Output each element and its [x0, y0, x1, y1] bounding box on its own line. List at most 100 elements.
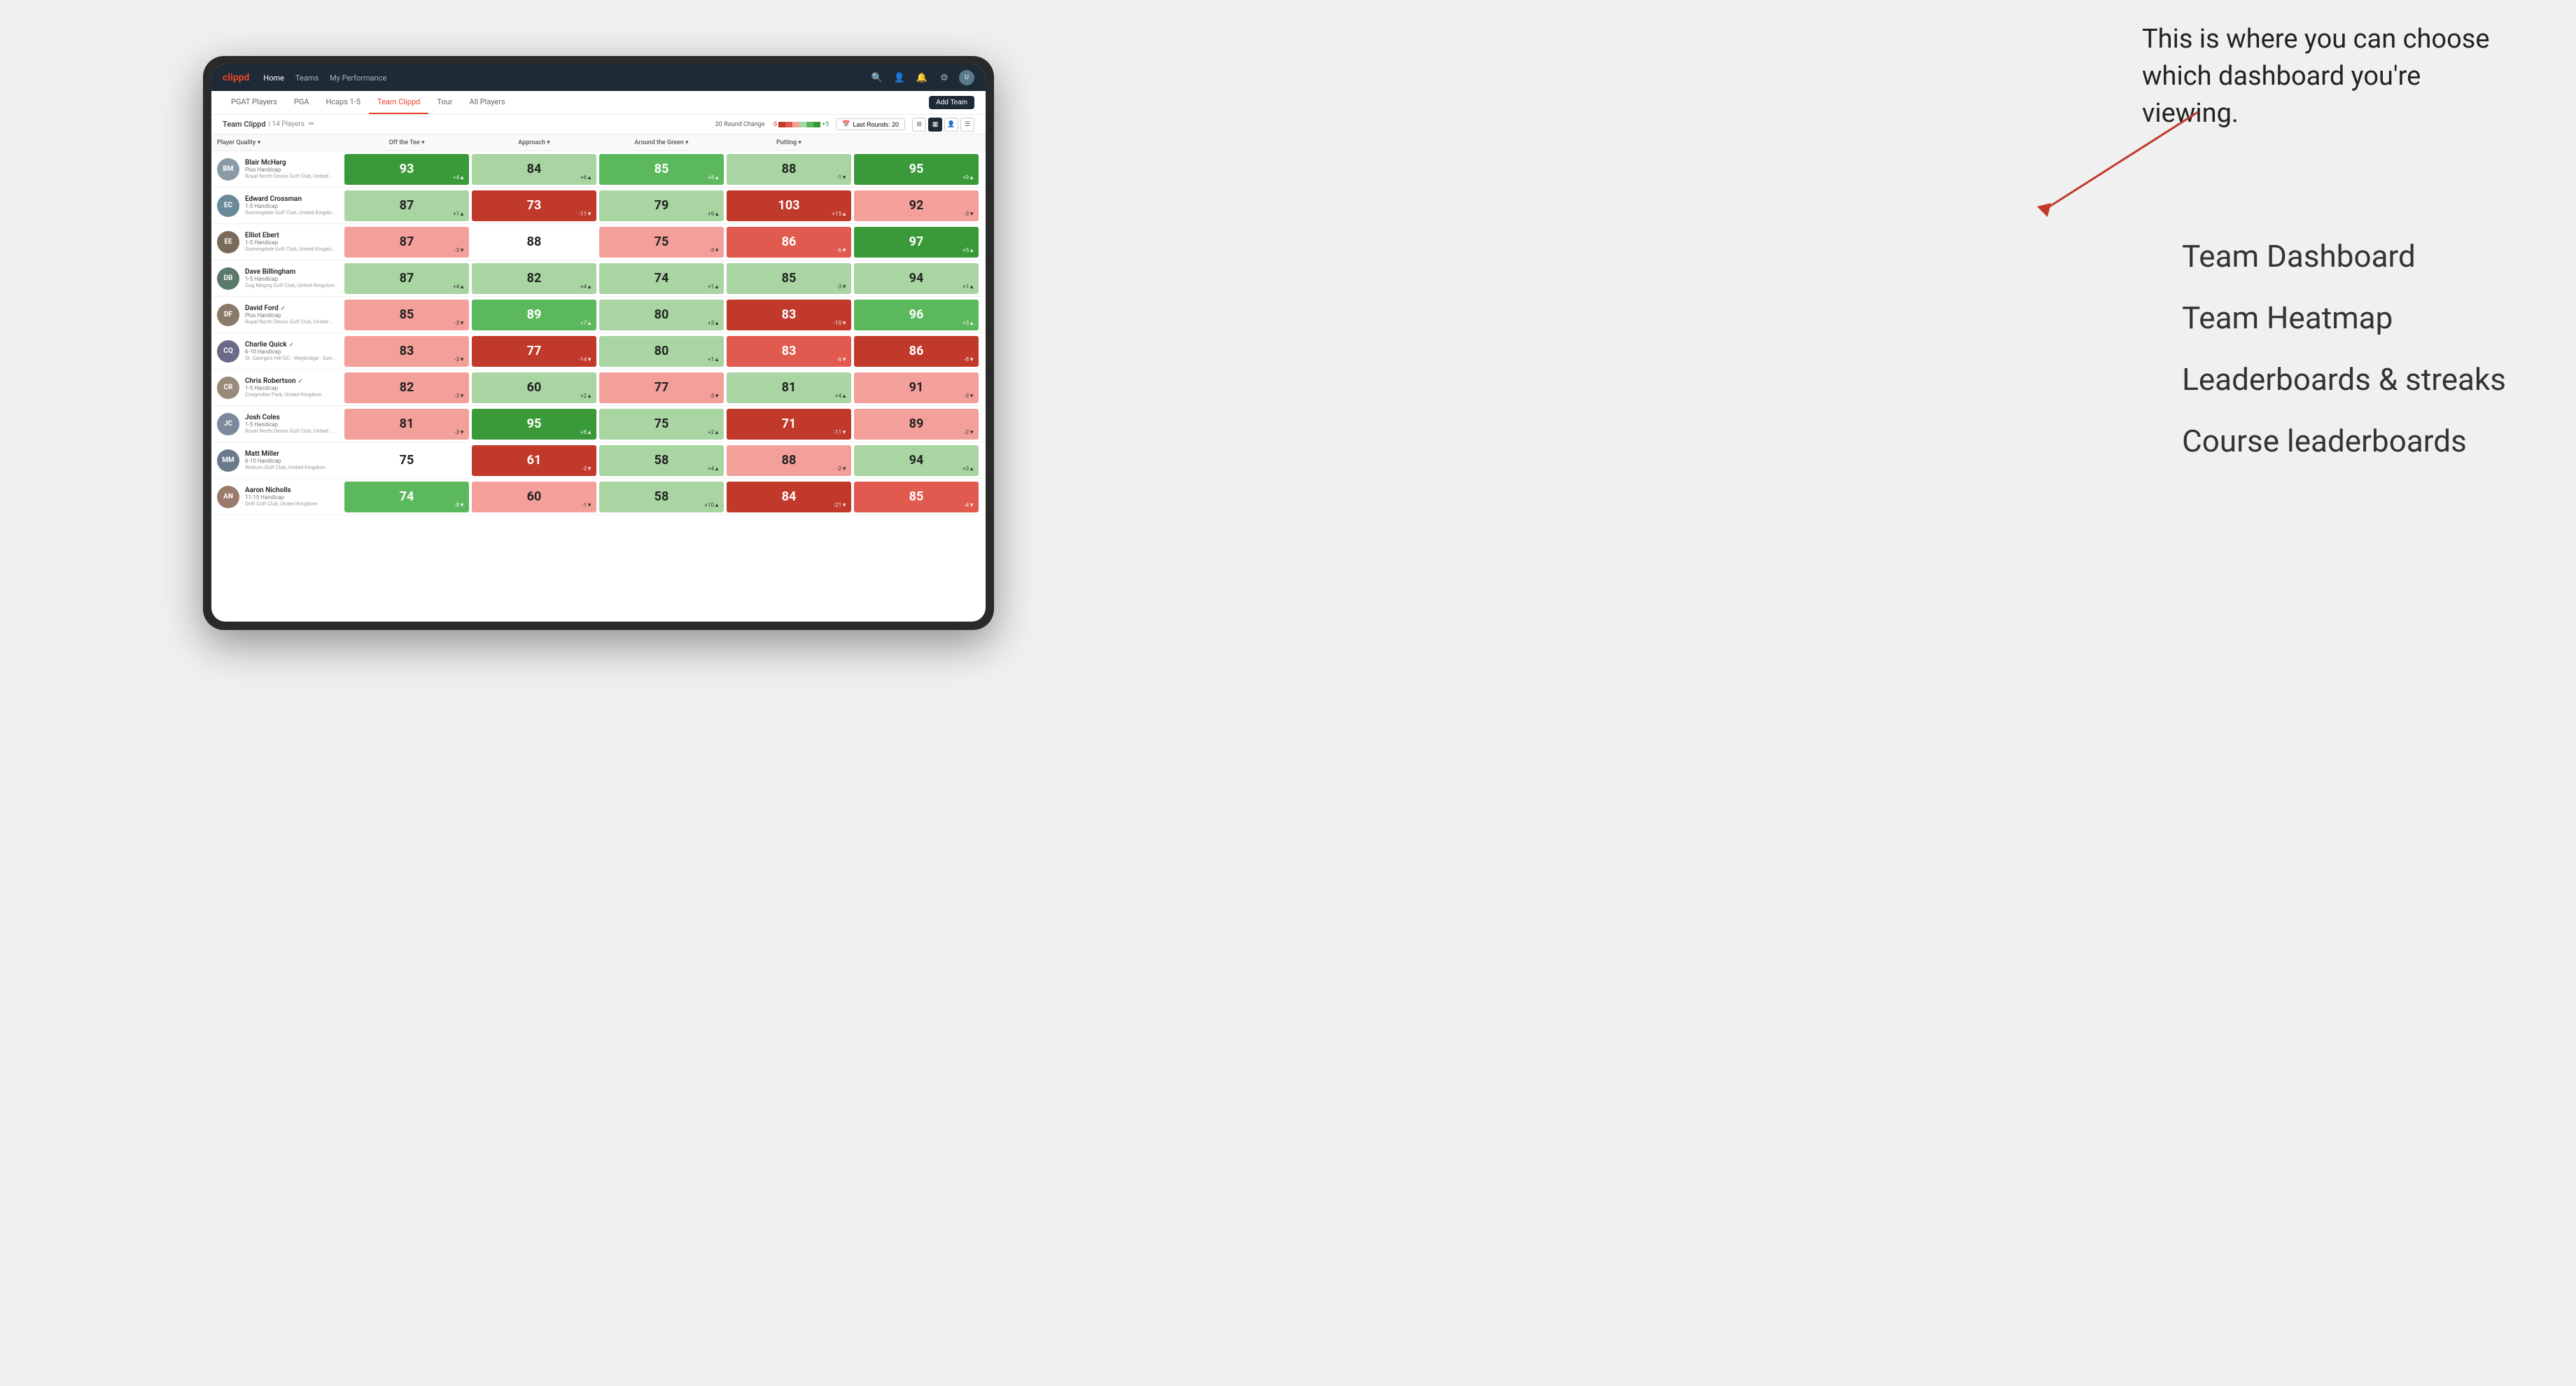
player-info: CR Chris Robertson ✓ 1-5 Handicap Craigm…: [217, 374, 343, 402]
score-cell: 96 +3▲: [854, 300, 979, 330]
table-row[interactable]: BM Blair McHarg Plus Handicap Royal Nort…: [211, 151, 986, 188]
player-name[interactable]: Elliot Ebert: [245, 232, 336, 239]
score-cell: 85 +8▲: [599, 154, 724, 185]
score-cell: 87 -3▼: [344, 227, 469, 258]
table-row[interactable]: DB Dave Billingham 1-5 Handicap Gog Mago…: [211, 260, 986, 297]
score-cell: 82 +4▲: [472, 263, 596, 294]
verified-icon: ✓: [298, 378, 303, 384]
player-club: Royal North Devon Golf Club, United King…: [245, 318, 336, 325]
player-club: Sunningdale Golf Club, United Kingdom: [245, 246, 336, 252]
score-cell: 84 +6▲: [472, 154, 596, 185]
annotation-text: This is where you can choose which dashb…: [2142, 21, 2506, 133]
table-header: Player Quality ▾ Off the Tee ▾ Approach …: [211, 134, 986, 151]
score-cell: 87 +1▲: [344, 190, 469, 221]
score-cell: 87 +4▲: [344, 263, 469, 294]
tab-tour[interactable]: Tour: [428, 91, 461, 114]
table-row[interactable]: JC Josh Coles 1-5 Handicap Royal North D…: [211, 406, 986, 442]
score-cell: 83 -3▼: [344, 336, 469, 367]
player-info: JC Josh Coles 1-5 Handicap Royal North D…: [217, 410, 343, 438]
player-name[interactable]: Josh Coles: [245, 414, 336, 421]
player-details: Dave Billingham 1-5 Handicap Gog Magog G…: [245, 268, 335, 288]
col-player-quality: Player Quality ▾: [217, 139, 343, 146]
player-name[interactable]: Charlie Quick ✓: [245, 341, 336, 349]
player-info: EC Edward Crossman 1-5 Handicap Sunningd…: [217, 192, 343, 220]
player-avatar: DF: [217, 304, 239, 326]
annotation-arrow: [2002, 98, 2212, 238]
person-icon[interactable]: 👤: [892, 70, 907, 85]
annotation-area: This is where you can choose which dashb…: [994, 0, 2576, 1386]
player-name[interactable]: Dave Billingham: [245, 268, 335, 276]
player-avatar: EE: [217, 231, 239, 253]
tab-all-players[interactable]: All Players: [461, 91, 513, 114]
tab-pga[interactable]: PGA: [286, 91, 318, 114]
bell-icon[interactable]: 🔔: [914, 70, 930, 85]
settings-icon[interactable]: ⚙: [937, 70, 952, 85]
player-name[interactable]: Chris Robertson ✓: [245, 377, 322, 385]
col-putting: Putting ▾: [725, 139, 853, 146]
score-cell: 86 -8▼: [854, 336, 979, 367]
score-cell: 77 -3▼: [599, 372, 724, 403]
player-avatar: DB: [217, 267, 239, 290]
score-cell: 95 +9▲: [854, 154, 979, 185]
player-avatar: JC: [217, 413, 239, 435]
tab-team-clippd[interactable]: Team Clippd: [369, 91, 428, 114]
team-name: Team Clippd: [223, 120, 266, 129]
player-handicap: 11-15 Handicap: [245, 494, 318, 500]
player-handicap: 1-5 Handicap: [245, 203, 336, 209]
score-cell: 74 -8▼: [344, 482, 469, 512]
score-cell: 80 +3▲: [599, 300, 724, 330]
label-leaderboards: Leaderboards & streaks: [2182, 361, 2506, 398]
table-row[interactable]: MM Matt Miller 6-10 Handicap Woburn Golf…: [211, 442, 986, 479]
col-around-green: Around the Green ▾: [598, 139, 725, 146]
player-info: BM Blair McHarg Plus Handicap Royal Nort…: [217, 155, 343, 183]
player-handicap: 1-5 Handicap: [245, 276, 335, 282]
player-club: Craigmillar Park, United Kingdom: [245, 391, 322, 398]
table-row[interactable]: DF David Ford ✓ Plus Handicap Royal Nort…: [211, 297, 986, 333]
player-details: Matt Miller 6-10 Handicap Woburn Golf Cl…: [245, 450, 326, 470]
player-name[interactable]: Edward Crossman: [245, 195, 336, 203]
player-name[interactable]: Aaron Nicholls: [245, 486, 318, 494]
player-name[interactable]: Matt Miller: [245, 450, 326, 458]
add-team-button[interactable]: Add Team: [929, 96, 974, 109]
grid-view-btn[interactable]: ⊞: [912, 118, 926, 132]
table-row[interactable]: CQ Charlie Quick ✓ 6-10 Handicap St. Geo…: [211, 333, 986, 370]
player-details: Aaron Nicholls 11-15 Handicap Drift Golf…: [245, 486, 318, 507]
tab-pgat[interactable]: PGAT Players: [223, 91, 286, 114]
player-name[interactable]: Blair McHarg: [245, 159, 336, 167]
score-cell: 82 -3▼: [344, 372, 469, 403]
score-cell: 75: [344, 445, 469, 476]
player-name[interactable]: David Ford ✓: [245, 304, 336, 312]
person-view-btn[interactable]: 👤: [944, 118, 958, 132]
nav-links: Home Teams My Performance: [263, 74, 869, 83]
nav-performance[interactable]: My Performance: [330, 74, 386, 83]
table-row[interactable]: AN Aaron Nicholls 11-15 Handicap Drift G…: [211, 479, 986, 515]
score-cell: 75 +2▲: [599, 409, 724, 440]
player-avatar: BM: [217, 158, 239, 181]
edit-icon[interactable]: ✏: [309, 120, 314, 128]
score-cell: 58 +4▲: [599, 445, 724, 476]
nav-home[interactable]: Home: [263, 74, 284, 83]
score-cell: 89 -2▼: [854, 409, 979, 440]
tablet-frame: clippd Home Teams My Performance 🔍 👤 🔔 ⚙…: [203, 56, 994, 630]
table-body: BM Blair McHarg Plus Handicap Royal Nort…: [211, 151, 986, 515]
team-header: Team Clippd | 14 Players ✏ 20 Round Chan…: [211, 115, 986, 134]
table-row[interactable]: EE Elliot Ebert 1-5 Handicap Sunningdale…: [211, 224, 986, 260]
player-details: Josh Coles 1-5 Handicap Royal North Devo…: [245, 414, 336, 434]
tab-hcaps[interactable]: Hcaps 1-5: [318, 91, 370, 114]
player-handicap: 6-10 Handicap: [245, 458, 326, 464]
score-cell: 60 -1▼: [472, 482, 596, 512]
table-row[interactable]: EC Edward Crossman 1-5 Handicap Sunningd…: [211, 188, 986, 224]
player-club: Gog Magog Golf Club, United Kingdom: [245, 282, 335, 288]
player-details: Chris Robertson ✓ 1-5 Handicap Craigmill…: [245, 377, 322, 398]
score-cell: 86 -6▼: [727, 227, 851, 258]
last-rounds-button[interactable]: 📅 Last Rounds: 20: [836, 118, 905, 130]
table-row[interactable]: CR Chris Robertson ✓ 1-5 Handicap Craigm…: [211, 370, 986, 406]
header-controls: 20 Round Change -5 +5 📅 Last Rou: [715, 118, 974, 132]
score-cell: 58 +10▲: [599, 482, 724, 512]
nav-teams[interactable]: Teams: [295, 74, 318, 83]
search-icon[interactable]: 🔍: [869, 70, 885, 85]
user-avatar[interactable]: U: [959, 70, 974, 85]
player-handicap: 1-5 Handicap: [245, 385, 322, 391]
heatmap-view-btn[interactable]: ▦: [928, 118, 942, 132]
list-view-btn[interactable]: ☰: [960, 118, 974, 132]
